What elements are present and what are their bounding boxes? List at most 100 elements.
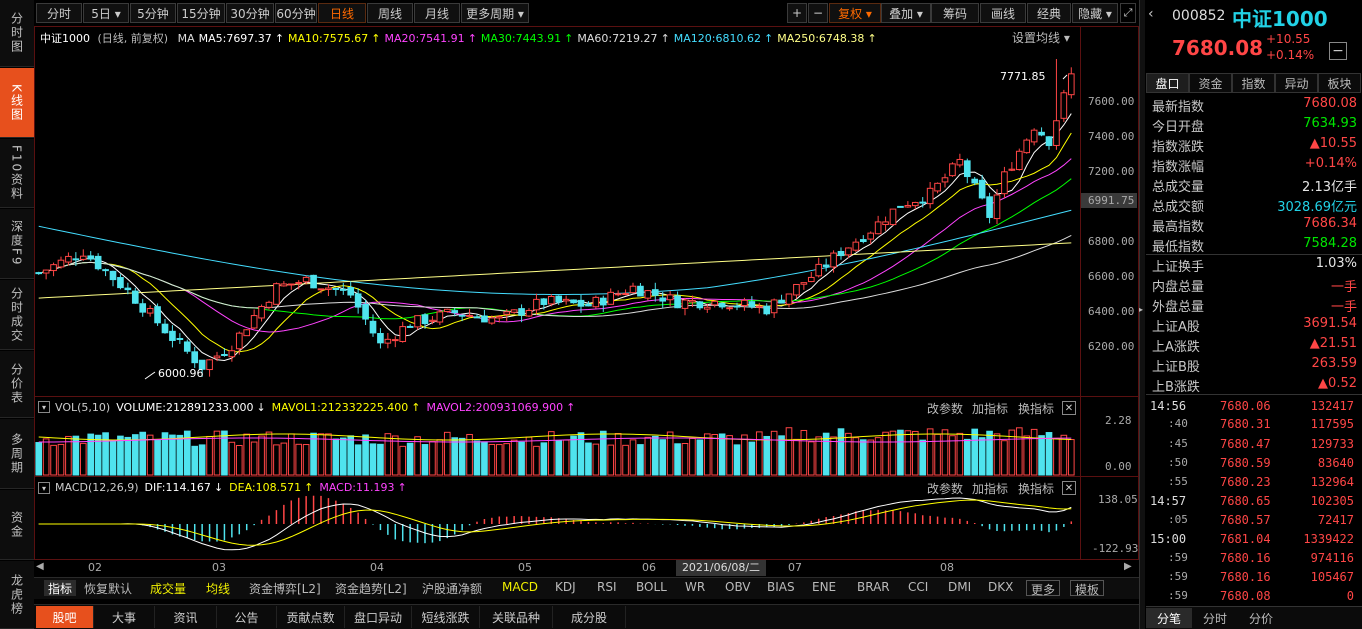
vol-close-icon[interactable]: ✕ bbox=[1062, 401, 1076, 415]
indicator-tab-15[interactable]: BRAR bbox=[857, 580, 890, 596]
period-tab-4[interactable]: 30分钟 bbox=[226, 3, 274, 23]
trade-row: 14:57 7680.65 102305 bbox=[1148, 491, 1358, 511]
macd-tool-2[interactable]: 换指标 bbox=[1018, 480, 1054, 497]
right-bottom-tab-0[interactable]: 分笔 bbox=[1146, 608, 1192, 628]
toolbar-right-2[interactable]: 复权 ▾ bbox=[829, 3, 881, 23]
toolbar-right-3[interactable]: 叠加 ▾ bbox=[881, 3, 931, 23]
collapse-right-icon[interactable]: ▸ bbox=[1139, 305, 1145, 314]
volume-bar bbox=[718, 433, 726, 476]
indicator-tab-5[interactable]: 资金趋势[L2] bbox=[335, 580, 407, 596]
arrow-icon: ↓ bbox=[213, 481, 224, 494]
indicator-tab-7[interactable]: MACD bbox=[502, 580, 538, 596]
indicator-tab-9[interactable]: RSI bbox=[597, 580, 617, 596]
indicator-tab-19[interactable]: 更多 bbox=[1026, 580, 1061, 597]
vol-tool-2[interactable]: 换指标 bbox=[1018, 400, 1054, 417]
right-tab-3[interactable]: 异动 bbox=[1275, 73, 1318, 93]
panel-splitter[interactable] bbox=[1139, 0, 1145, 629]
minus-icon[interactable]: − bbox=[1329, 42, 1347, 60]
nav-tab-6[interactable]: 短线涨跌 bbox=[412, 606, 480, 628]
right-tab-4[interactable]: 板块 bbox=[1318, 73, 1361, 93]
indicator-tab-4[interactable]: 资金博弈[L2] bbox=[249, 580, 321, 596]
candle-body bbox=[570, 299, 577, 304]
indicator-tab-20[interactable]: 模板 bbox=[1070, 580, 1105, 597]
volume-bar bbox=[250, 441, 258, 476]
indicator-tab-12[interactable]: OBV bbox=[725, 580, 751, 596]
nav-tab-5[interactable]: 盘口异动 bbox=[345, 606, 412, 628]
toolbar-right-1[interactable]: − bbox=[808, 3, 828, 23]
indicator-tab-17[interactable]: DMI bbox=[948, 580, 971, 596]
indicator-tab-3[interactable]: 均线 bbox=[206, 580, 230, 596]
candle-body bbox=[941, 177, 949, 183]
indicator-tab-10[interactable]: BOLL bbox=[636, 580, 667, 596]
right-tab-1[interactable]: 资金 bbox=[1189, 73, 1232, 93]
nav-tab-0[interactable]: 股吧 bbox=[36, 606, 94, 628]
sidebar-item-7[interactable]: 资金 bbox=[0, 490, 34, 560]
volume-bar bbox=[481, 441, 488, 476]
sidebar-item-0[interactable]: 分时图 bbox=[0, 0, 34, 67]
period-tab-0[interactable]: 分时 bbox=[36, 3, 82, 23]
indicator-tab-0[interactable]: 指标 bbox=[44, 580, 77, 596]
indicator-tab-16[interactable]: CCI bbox=[908, 580, 928, 596]
nav-tab-2[interactable]: 资讯 bbox=[155, 606, 217, 628]
macd-close-icon[interactable]: ✕ bbox=[1062, 481, 1076, 495]
indicator-tab-2[interactable]: 成交量 bbox=[150, 580, 186, 596]
period-tab-5[interactable]: 60分钟 bbox=[275, 3, 317, 23]
sidebar-item-4[interactable]: 分时成交 bbox=[0, 280, 34, 350]
indicator-tab-18[interactable]: DKX bbox=[988, 580, 1013, 596]
right-tab-2[interactable]: 指数 bbox=[1232, 73, 1275, 93]
collapse-quote-icon[interactable]: ‹ bbox=[1148, 6, 1154, 22]
sidebar-item-3[interactable]: 深度F9 bbox=[0, 209, 34, 279]
volume-bar bbox=[332, 438, 340, 476]
nav-tab-3[interactable]: 公告 bbox=[217, 606, 277, 628]
macd-tool-1[interactable]: 加指标 bbox=[972, 480, 1008, 497]
scroll-left-icon[interactable]: ◀ bbox=[36, 561, 46, 572]
indicator-tab-11[interactable]: WR bbox=[685, 580, 705, 596]
period-tab-6[interactable]: 日线 bbox=[318, 3, 366, 23]
volume-bar bbox=[258, 435, 265, 476]
volume-bar bbox=[391, 435, 399, 476]
nav-tab-8[interactable]: 成分股 bbox=[553, 606, 626, 628]
sidebar-item-2[interactable]: F10资料 bbox=[0, 139, 34, 208]
vol-tool-1[interactable]: 加指标 bbox=[972, 400, 1008, 417]
toolbar-right-5[interactable]: 画线 bbox=[980, 3, 1026, 23]
toolbar-right-6[interactable]: 经典 bbox=[1027, 3, 1071, 23]
indicator-tab-1[interactable]: 恢复默认 bbox=[84, 580, 132, 596]
indicator-tab-8[interactable]: KDJ bbox=[555, 580, 576, 596]
sidebar-item-6[interactable]: 多周期 bbox=[0, 419, 34, 489]
stat-row: 最新指数 7680.08 bbox=[1152, 94, 1357, 115]
toolbar-right-0[interactable]: + bbox=[787, 3, 807, 23]
right-bottom-tab-1[interactable]: 分时 bbox=[1192, 608, 1238, 628]
indicator-tab-6[interactable]: 沪股通净额 bbox=[422, 580, 482, 596]
candle-body bbox=[986, 196, 993, 218]
candle-body bbox=[235, 332, 243, 350]
collapse-macd-icon[interactable]: ▾ bbox=[38, 482, 50, 494]
date-tick-1: 03 bbox=[212, 561, 226, 574]
vol-item-1: MAVOL1:212332225.400 bbox=[271, 401, 409, 414]
period-tab-9[interactable]: 更多周期 ▾ bbox=[461, 3, 529, 23]
period-tab-1[interactable]: 5日 ▾ bbox=[83, 3, 129, 23]
macd-tool-0[interactable]: 改参数 bbox=[927, 480, 963, 497]
sidebar-item-5[interactable]: 分价表 bbox=[0, 351, 34, 418]
toolbar-right-4[interactable]: 筹码 bbox=[931, 3, 979, 23]
period-tab-2[interactable]: 5分钟 bbox=[130, 3, 176, 23]
period-tab-3[interactable]: 15分钟 bbox=[177, 3, 225, 23]
period-tab-7[interactable]: 周线 bbox=[367, 3, 413, 23]
fullscreen-icon[interactable]: ⤢ bbox=[1120, 3, 1136, 23]
nav-tab-7[interactable]: 关联品种 bbox=[480, 606, 553, 628]
arrow-icon: ↑ bbox=[566, 401, 576, 414]
indicator-tab-14[interactable]: ENE bbox=[812, 580, 836, 596]
right-bottom-tab-2[interactable]: 分价 bbox=[1238, 608, 1284, 628]
nav-tab-4[interactable]: 贡献点数 bbox=[277, 606, 345, 628]
scroll-right-icon[interactable]: ▶ bbox=[1124, 561, 1134, 572]
collapse-vol-icon[interactable]: ▾ bbox=[38, 401, 50, 413]
vol-tool-0[interactable]: 改参数 bbox=[927, 400, 963, 417]
candle-body bbox=[154, 306, 161, 324]
toolbar-right-7[interactable]: 隐藏 ▾ bbox=[1072, 3, 1118, 23]
nav-tab-1[interactable]: 大事 bbox=[94, 606, 155, 628]
candle-body bbox=[183, 341, 191, 352]
right-tab-0[interactable]: 盘口 bbox=[1146, 73, 1189, 93]
period-tab-8[interactable]: 月线 bbox=[414, 3, 460, 23]
indicator-tab-13[interactable]: BIAS bbox=[767, 580, 795, 596]
sidebar-item-1[interactable]: K线图 bbox=[0, 68, 34, 138]
sidebar-item-8[interactable]: 龙虎榜 bbox=[0, 561, 34, 629]
